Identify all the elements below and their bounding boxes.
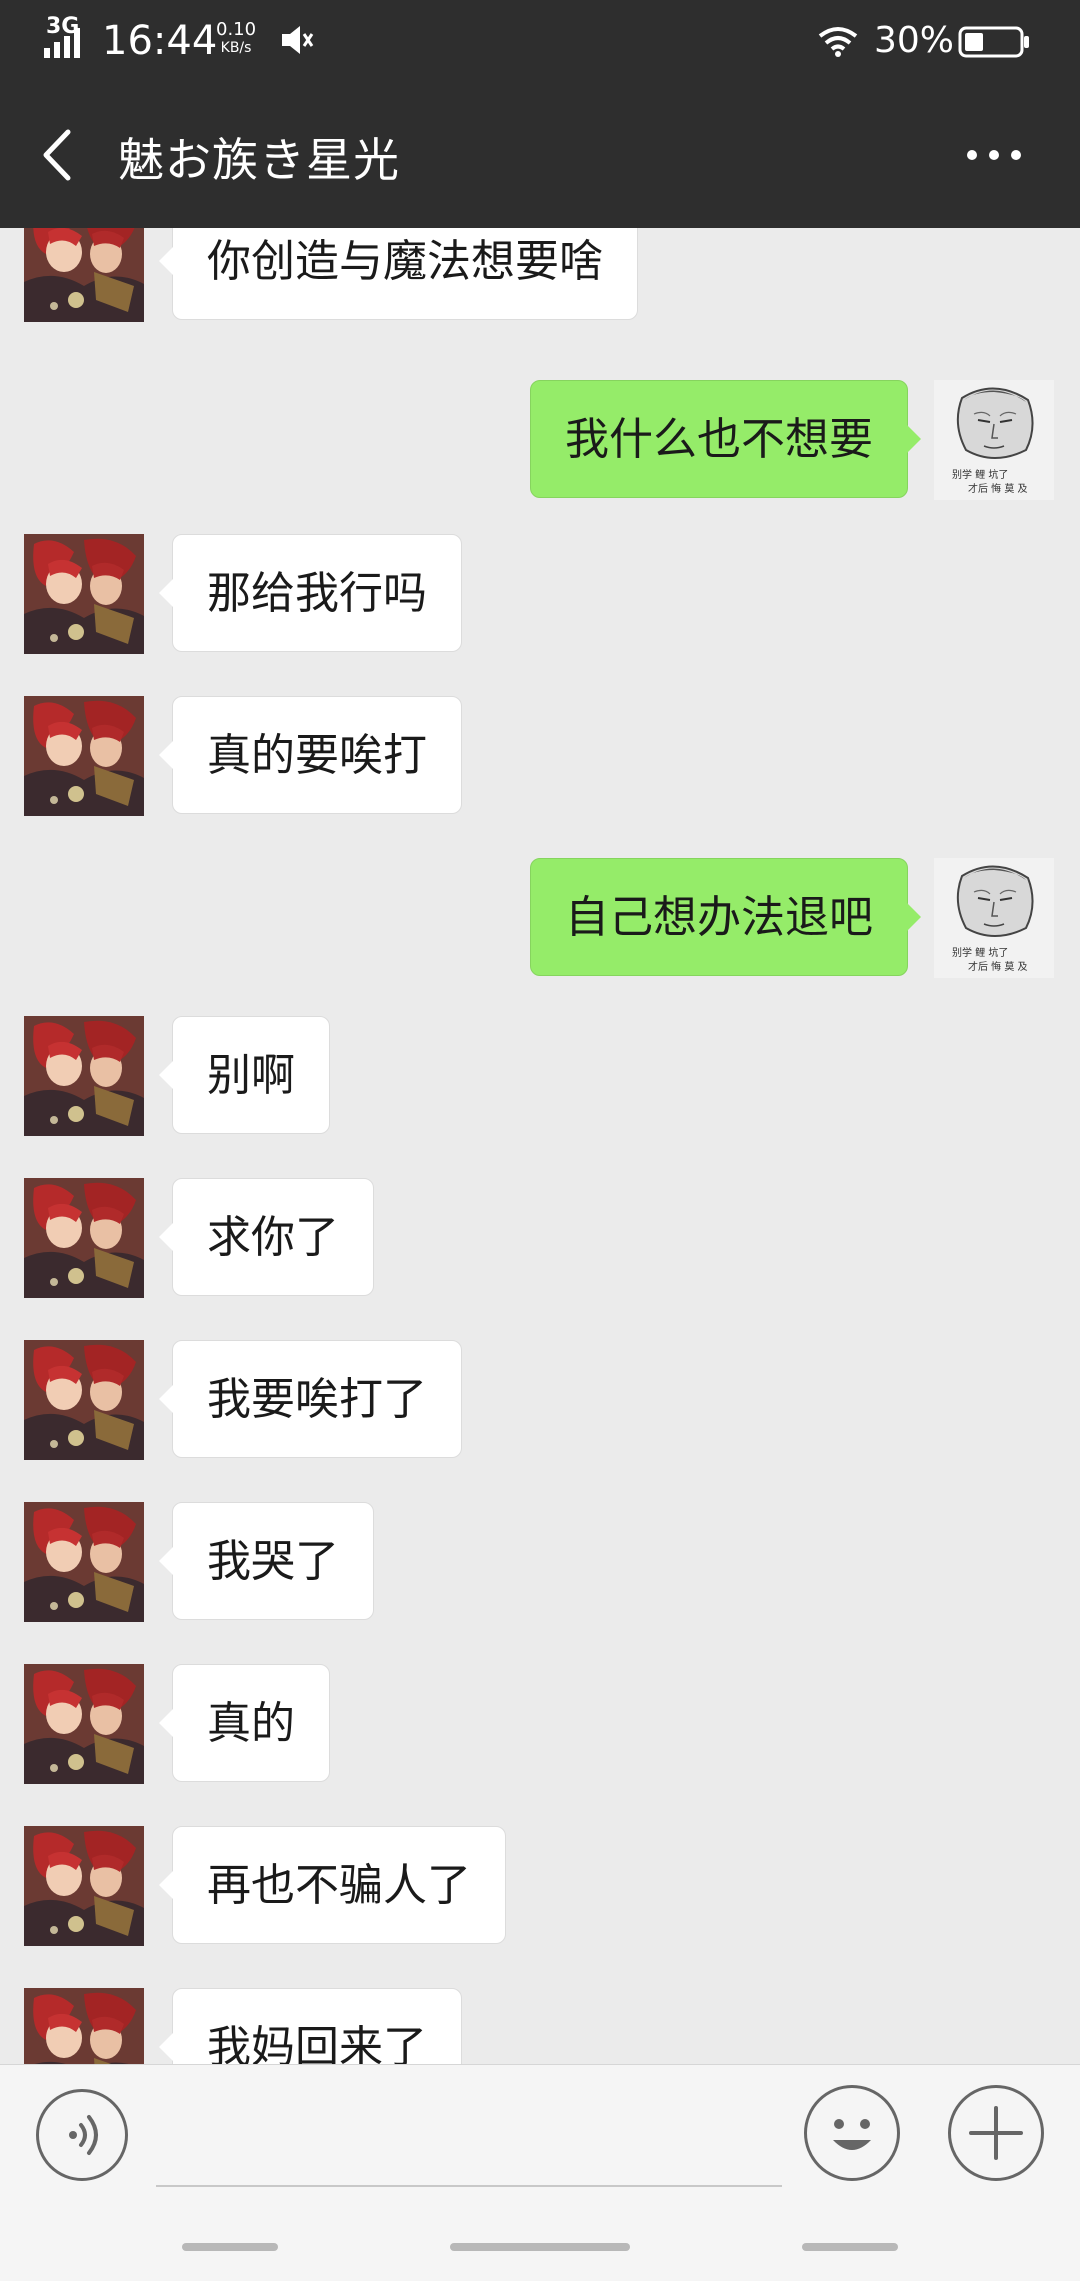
emoji-button[interactable] — [804, 2085, 900, 2181]
speed-value: 0.10 — [216, 19, 257, 40]
avatar[interactable] — [24, 1988, 144, 2064]
more-dots-icon[interactable] — [964, 140, 1024, 170]
speed-unit: KB/s — [220, 40, 252, 56]
page-title: 魅お族き星光 — [118, 133, 400, 187]
voice-button[interactable] — [36, 2089, 128, 2181]
message-bubble[interactable]: 自己想办法退吧 — [530, 858, 921, 976]
nav-gesture-bar-left — [182, 2243, 278, 2251]
avatar[interactable] — [24, 1340, 144, 1460]
message-bubble[interactable]: 我哭了 — [159, 1502, 374, 1620]
message-bubble[interactable]: 那给我行吗 — [159, 534, 462, 652]
avatar[interactable] — [24, 696, 144, 816]
message-item: 别啊 — [0, 1016, 1080, 1136]
message-item: 我妈回来了 — [0, 1988, 1080, 2064]
message-bubble[interactable]: 再也不骗人了 — [159, 1826, 506, 1944]
avatar[interactable] — [24, 534, 144, 654]
chat-header: 魅お族き星光 — [0, 82, 1080, 228]
emoji-icon — [833, 2119, 871, 2150]
network-speed: 0.10 KB/s — [216, 20, 256, 58]
message-input[interactable] — [156, 2087, 782, 2187]
message-item: 再也不骗人了 — [0, 1826, 1080, 1946]
nav-gesture-bar-right — [802, 2243, 898, 2251]
input-bar — [0, 2064, 1080, 2281]
message-bubble[interactable]: 我要唉打了 — [159, 1340, 462, 1458]
battery-icon — [958, 26, 1029, 58]
battery-percent: 30% — [874, 20, 955, 61]
avatar[interactable] — [934, 380, 1054, 500]
avatar[interactable] — [24, 1502, 144, 1622]
mute-icon — [282, 26, 314, 54]
plus-icon — [969, 2106, 1023, 2160]
nav-gesture-bar-center — [450, 2243, 630, 2251]
message-bubble[interactable]: 求你了 — [159, 1178, 374, 1296]
signal-icon — [44, 28, 80, 58]
message-item: 我哭了 — [0, 1502, 1080, 1622]
message-bubble[interactable]: 我妈回来了 — [159, 1988, 462, 2064]
message-bubble[interactable]: 真的要唉打 — [159, 696, 462, 814]
avatar[interactable] — [24, 1664, 144, 1784]
message-bubble[interactable]: 真的 — [159, 1664, 330, 1782]
plus-button[interactable] — [948, 2085, 1044, 2181]
avatar[interactable] — [24, 228, 144, 322]
avatar[interactable] — [24, 1826, 144, 1946]
message-bubble[interactable]: 别啊 — [159, 1016, 330, 1134]
avatar[interactable] — [24, 1016, 144, 1136]
status-bar: 3G 16:44 0.10 KB/s 30% — [0, 0, 1080, 82]
message-item: 那给我行吗 — [0, 534, 1080, 654]
message-item: 真的要唉打 — [0, 696, 1080, 816]
message-item: 我要唉打了 — [0, 1340, 1080, 1460]
message-list[interactable]: 你创造与魔法想要啥 我什么也不想要 那给我行吗 真的要唉打 自己想办法退吧 别啊… — [0, 228, 1080, 2064]
message-item: 真的 — [0, 1664, 1080, 1784]
message-item: 我什么也不想要 — [0, 380, 1080, 500]
status-time: 16:44 — [102, 18, 218, 64]
message-bubble[interactable]: 你创造与魔法想要啥 — [159, 228, 638, 320]
message-item: 自己想办法退吧 — [0, 858, 1080, 978]
message-bubble[interactable]: 我什么也不想要 — [530, 380, 921, 498]
voice-icon — [69, 2115, 98, 2155]
message-item: 求你了 — [0, 1178, 1080, 1298]
wifi-icon — [818, 27, 858, 57]
avatar[interactable] — [24, 1178, 144, 1298]
avatar[interactable] — [934, 858, 1054, 978]
chevron-left-icon[interactable] — [34, 122, 80, 188]
message-item: 你创造与魔法想要啥 — [0, 228, 1080, 322]
